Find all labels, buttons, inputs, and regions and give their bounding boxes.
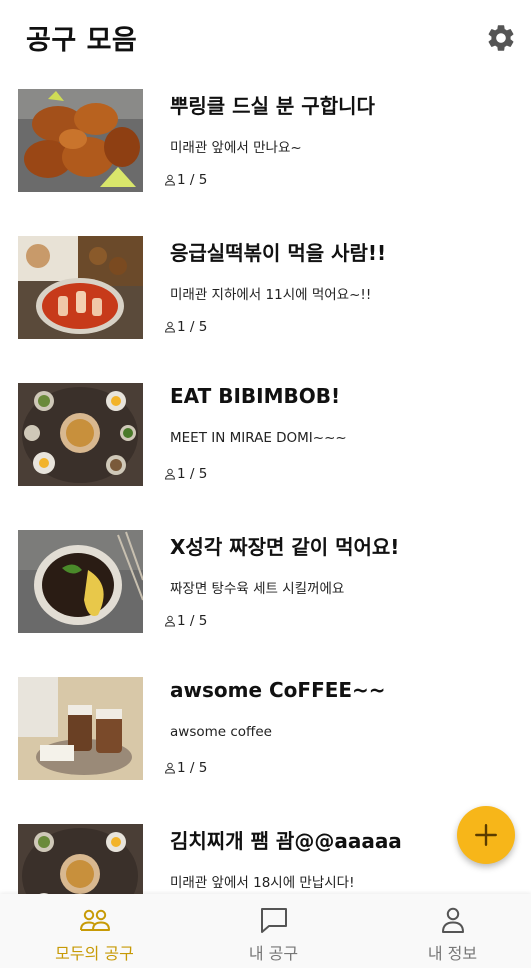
plus-icon	[475, 824, 497, 846]
gear-icon[interactable]	[485, 22, 517, 54]
participant-count-text: 1 / 5	[177, 172, 208, 188]
post-description: 미래관 지하에서 11시에 먹어요~!!	[170, 287, 372, 303]
bibimbap-table-image	[18, 383, 143, 486]
add-post-button[interactable]	[457, 806, 515, 864]
bibimbap-table-image	[18, 824, 143, 894]
post-title: 뿌링클 드실 분 구합니다	[170, 94, 375, 118]
nav-label: 모두의 공구	[55, 944, 134, 963]
list-item[interactable]: 김치찌개 팸 괌@@aaaaa 미래관 앞에서 18시에 만납시다!	[0, 811, 531, 894]
post-title: X성각 짜장면 같이 먹어요!	[170, 535, 400, 559]
post-description: awsome coffee	[170, 724, 272, 740]
participant-count-text: 1 / 5	[177, 319, 208, 335]
person-icon	[164, 762, 176, 774]
participant-count: 1 / 5	[164, 319, 207, 335]
list-item[interactable]: 뿌링클 드실 분 구합니다 미래관 앞에서 만나요~ 1 / 5	[0, 76, 531, 196]
nav-my-info[interactable]: 내 정보	[364, 894, 531, 968]
jajangmyeon-image	[18, 530, 143, 633]
person-icon	[441, 907, 464, 933]
person-icon	[164, 615, 176, 627]
chat-bubble-icon	[260, 908, 287, 933]
bottom-nav: 모두의 공구 내 공구 내 정보	[0, 894, 531, 968]
list-item[interactable]: 응급실떡볶이 먹을 사람!! 미래관 지하에서 11시에 먹어요~!! 1 / …	[0, 223, 531, 343]
participant-count-text: 1 / 5	[177, 466, 208, 482]
list-item[interactable]: EAT BIBIMBOB! MEET IN MIRAE DOMI~~~ 1 / …	[0, 370, 531, 490]
post-title: 응급실떡볶이 먹을 사람!!	[170, 241, 387, 265]
tteokbokki-image	[18, 236, 143, 339]
participant-count-text: 1 / 5	[177, 760, 208, 776]
iced-coffee-image	[18, 677, 143, 780]
person-icon	[164, 468, 176, 480]
nav-my-group-buys[interactable]: 내 공구	[185, 894, 362, 968]
app-header: 공구 모음	[0, 0, 531, 76]
post-title: 김치찌개 팸 괌@@aaaaa	[170, 829, 402, 853]
person-icon	[164, 174, 176, 186]
participant-count: 1 / 5	[164, 760, 207, 776]
nav-all-group-buys[interactable]: 모두의 공구	[6, 894, 183, 968]
post-description: 짜장면 탕수육 세트 시킬꺼에요	[170, 581, 345, 597]
participant-count: 1 / 5	[164, 466, 207, 482]
nav-label: 내 정보	[427, 944, 478, 963]
list-item[interactable]: X성각 짜장면 같이 먹어요! 짜장면 탕수육 세트 시킬꺼에요 1 / 5	[0, 517, 531, 637]
list-item[interactable]: awsome CoFFEE~~ awsome coffee 1 / 5	[0, 664, 531, 784]
post-description: 미래관 앞에서 만나요~	[170, 140, 302, 156]
person-icon	[164, 321, 176, 333]
post-list: 뿌링클 드실 분 구합니다 미래관 앞에서 만나요~ 1 / 5 응급실떡볶이 …	[0, 76, 531, 894]
post-description: MEET IN MIRAE DOMI~~~	[170, 430, 347, 446]
participant-count: 1 / 5	[164, 172, 207, 188]
post-title: awsome CoFFEE~~	[170, 678, 386, 702]
nav-label: 내 공구	[248, 944, 299, 963]
post-description: 미래관 앞에서 18시에 만납시다!	[170, 875, 355, 891]
participant-count: 1 / 5	[164, 613, 207, 629]
group-icon	[79, 909, 110, 931]
participant-count-text: 1 / 5	[177, 613, 208, 629]
fried-chicken-image	[18, 89, 143, 192]
post-title: EAT BIBIMBOB!	[170, 384, 341, 408]
page-title: 공구 모음	[26, 25, 138, 56]
